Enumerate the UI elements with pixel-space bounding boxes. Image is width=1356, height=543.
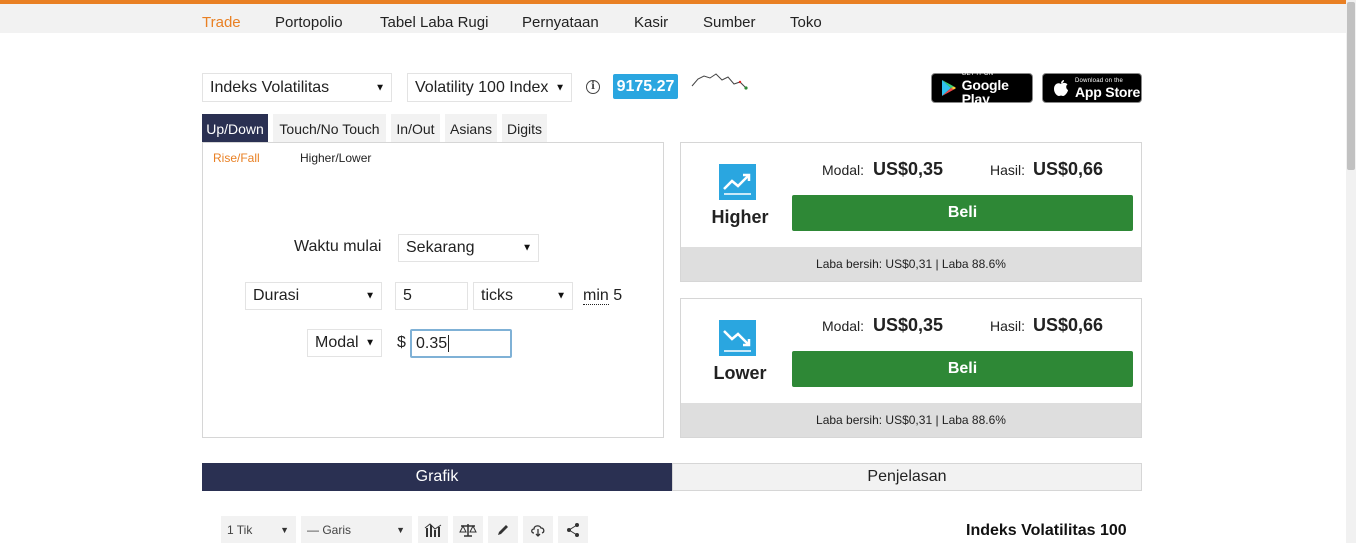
text-cursor xyxy=(448,335,450,352)
nav-item-profit-table[interactable]: Tabel Laba Rugi xyxy=(380,14,488,31)
google-play-small-text: GET IT ON xyxy=(961,70,994,77)
higher-buy-button[interactable]: Beli xyxy=(792,195,1133,231)
underlying-select[interactable]: Volatility 100 Index ▼ xyxy=(407,73,572,102)
lower-net-profit: Laba bersih: US$0,31 | Laba 88.6% xyxy=(681,403,1141,437)
min-duration-value: 5 xyxy=(613,287,623,304)
lower-stake-value: US$0,35 xyxy=(873,315,944,335)
google-play-button[interactable]: GET IT ON Google Play xyxy=(931,70,1033,107)
page-scrollbar[interactable] xyxy=(1346,0,1356,543)
chevron-down-icon: ▼ xyxy=(556,290,566,302)
nav-item-resources[interactable]: Sumber xyxy=(703,14,756,31)
lower-payout-label: Hasil: xyxy=(990,318,1026,334)
tab-up-down[interactable]: Up/Down xyxy=(202,114,268,143)
cloud-download-icon xyxy=(531,525,545,537)
duration-type-value: Durasi xyxy=(253,287,300,304)
chevron-down-icon: ▼ xyxy=(365,337,375,349)
higher-net-profit: Laba bersih: US$0,31 | Laba 88.6% xyxy=(681,247,1141,281)
info-icon[interactable]: i xyxy=(586,80,600,94)
trend-up-icon xyxy=(719,164,756,200)
min-prefix: min xyxy=(583,287,609,305)
amount-type-select[interactable]: Modal ▼ xyxy=(307,329,382,357)
lower-payout-value: US$0,66 xyxy=(1033,315,1104,335)
apple-icon xyxy=(1050,77,1072,99)
higher-price-card: Higher Modal: US$0,35 Hasil: US$0,66 Bel… xyxy=(680,142,1142,282)
duration-unit-select[interactable]: ticks ▼ xyxy=(473,282,573,310)
currency-symbol: $ xyxy=(397,334,406,351)
amount-input[interactable]: 0.35 xyxy=(410,329,512,358)
duration-unit-value: ticks xyxy=(481,287,513,304)
drawing-tools-button[interactable] xyxy=(488,516,518,543)
scale-icon xyxy=(459,524,477,537)
lower-stake-label: Modal: xyxy=(822,318,865,334)
lower-title: Lower xyxy=(713,363,767,383)
scrollbar-thumb[interactable] xyxy=(1347,2,1355,170)
app-store-small-text: Download on the xyxy=(1075,77,1124,84)
tab-chart[interactable]: Grafik xyxy=(202,463,672,491)
google-play-icon xyxy=(939,77,959,99)
tab-digits[interactable]: Digits xyxy=(502,114,547,143)
underlying-value: Volatility 100 Index xyxy=(415,78,549,96)
higher-stake-value: US$0,35 xyxy=(873,159,944,179)
nav-item-portfolio[interactable]: Portopolio xyxy=(275,14,343,31)
min-duration-label: min 5 xyxy=(583,287,622,305)
subtab-rise-fall[interactable]: Rise/Fall xyxy=(213,151,260,165)
nav-item-cashier[interactable]: Kasir xyxy=(634,14,668,31)
market-category-select[interactable]: Indeks Volatilitas ▼ xyxy=(202,73,392,102)
chevron-down-icon: ▼ xyxy=(365,290,375,302)
download-button[interactable] xyxy=(523,516,553,543)
higher-payout-label: Hasil: xyxy=(990,162,1026,178)
chevron-down-icon: ▼ xyxy=(280,525,289,535)
google-play-big-text: Google Play xyxy=(961,76,1009,107)
top-nav-bar: Trade Portopolio Tabel Laba Rugi Pernyat… xyxy=(0,0,1346,33)
share-icon xyxy=(567,523,579,537)
spot-price-badge: 9175.27 xyxy=(613,74,678,99)
chevron-down-icon: ▼ xyxy=(396,525,405,535)
app-store-button[interactable]: Download on the App Store xyxy=(1042,73,1142,103)
tab-explanation[interactable]: Penjelasan xyxy=(672,463,1142,491)
app-store-big-text: App Store xyxy=(1075,83,1141,100)
compare-button[interactable] xyxy=(453,516,483,543)
nav-item-shop[interactable]: Toko xyxy=(790,14,822,31)
indicators-icon xyxy=(424,523,442,537)
lower-price-card: Lower Modal: US$0,35 Hasil: US$0,66 Beli… xyxy=(680,298,1142,438)
higher-title: Higher xyxy=(711,207,769,227)
tab-asians[interactable]: Asians xyxy=(445,114,497,143)
chevron-down-icon: ▼ xyxy=(555,82,565,93)
start-time-select[interactable]: Sekarang ▼ xyxy=(398,234,539,262)
higher-stake-label: Modal: xyxy=(822,162,865,178)
trend-down-icon xyxy=(719,320,756,356)
spot-sparkline xyxy=(691,73,748,90)
start-time-value: Sekarang xyxy=(406,239,475,256)
chart-type-value: — Garis xyxy=(307,523,352,537)
amount-type-value: Modal xyxy=(315,334,359,351)
nav-item-trade[interactable]: Trade xyxy=(202,14,241,31)
market-category-value: Indeks Volatilitas xyxy=(210,78,330,96)
amount-value: 0.35 xyxy=(416,334,448,352)
subtab-higher-lower[interactable]: Higher/Lower xyxy=(300,151,371,165)
duration-type-select[interactable]: Durasi ▼ xyxy=(245,282,382,310)
share-button[interactable] xyxy=(558,516,588,543)
chart-interval-select[interactable]: 1 Tik ▼ xyxy=(221,516,296,543)
start-time-label: Waktu mulai xyxy=(294,238,382,255)
indicators-button[interactable] xyxy=(418,516,448,543)
tab-in-out[interactable]: In/Out xyxy=(391,114,440,143)
duration-input[interactable]: 5 xyxy=(395,282,468,310)
duration-value: 5 xyxy=(403,287,412,304)
pencil-icon xyxy=(498,525,508,535)
tab-touch-no-touch[interactable]: Touch/No Touch xyxy=(273,114,386,143)
chart-interval-value: 1 Tik xyxy=(227,523,253,537)
nav-item-statement[interactable]: Pernyataan xyxy=(522,14,599,31)
chevron-down-icon: ▼ xyxy=(522,242,532,254)
higher-payout-value: US$0,66 xyxy=(1033,159,1104,179)
lower-buy-button[interactable]: Beli xyxy=(792,351,1133,387)
chart-type-select[interactable]: — Garis ▼ xyxy=(301,516,412,543)
chart-title: Indeks Volatilitas 100 xyxy=(966,522,1127,539)
chevron-down-icon: ▼ xyxy=(375,82,385,93)
